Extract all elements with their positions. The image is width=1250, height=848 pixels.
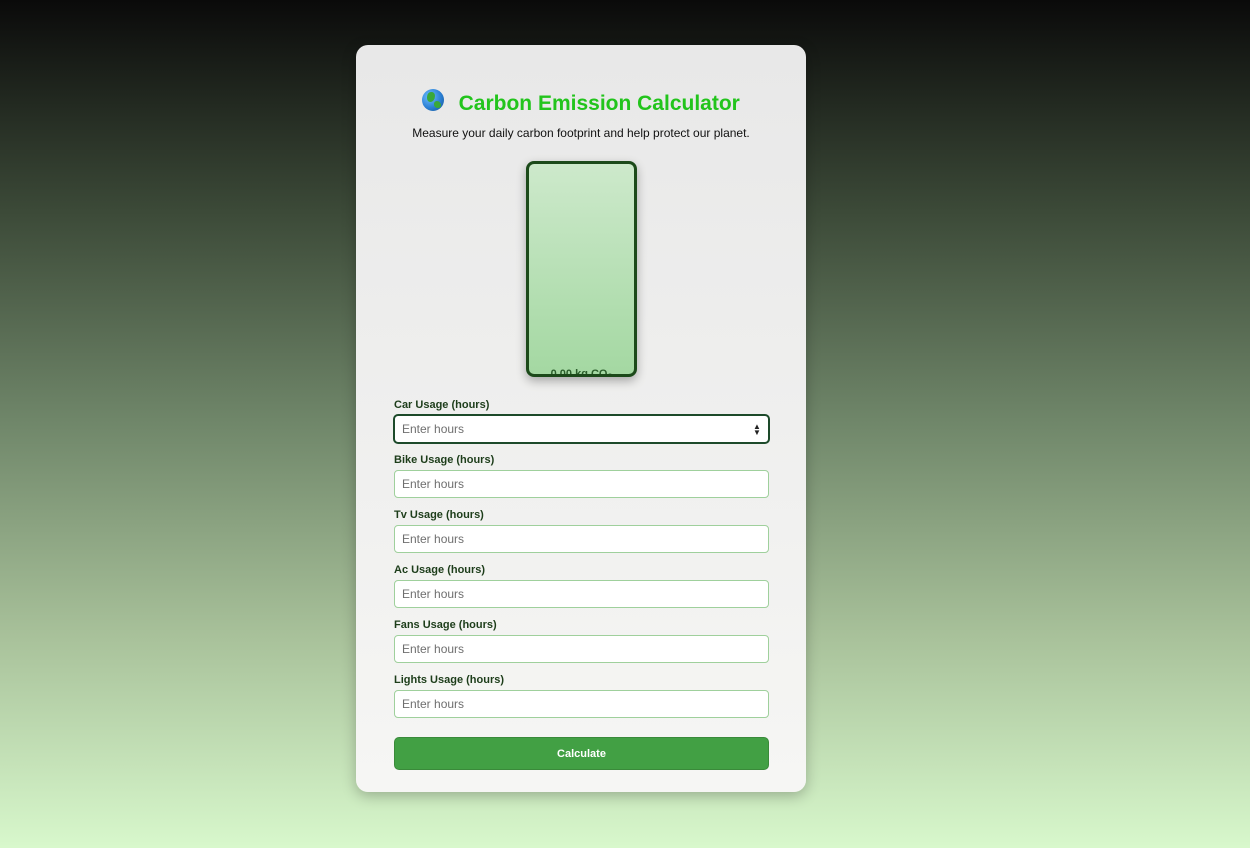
bike-usage-label: Bike Usage (hours) bbox=[394, 454, 495, 466]
title-row: Carbon Emission Calculator bbox=[356, 89, 806, 115]
car-usage-input[interactable] bbox=[394, 415, 769, 443]
fans-usage-input[interactable] bbox=[394, 635, 769, 663]
ac-usage-input[interactable] bbox=[394, 580, 769, 608]
tv-usage-input[interactable] bbox=[394, 525, 769, 553]
car-usage-spinner[interactable]: ▲ ▼ bbox=[752, 423, 762, 452]
lights-usage-label: Lights Usage (hours) bbox=[394, 674, 505, 686]
ac-usage-label: Ac Usage (hours) bbox=[394, 564, 486, 576]
globe-icon bbox=[422, 89, 445, 111]
calculator-card: Carbon Emission Calculator Measure your … bbox=[356, 45, 806, 792]
calculate-button[interactable]: Calculate bbox=[394, 737, 769, 770]
emission-meter: 0.00 kg CO₂ bbox=[526, 161, 637, 377]
car-usage-label: Car Usage (hours) bbox=[394, 399, 490, 411]
bike-usage-input[interactable] bbox=[394, 470, 769, 498]
spinner-down-icon[interactable]: ▼ bbox=[752, 429, 762, 437]
page-title: Carbon Emission Calculator bbox=[458, 91, 740, 115]
emission-meter-value: 0.00 kg CO₂ bbox=[550, 368, 613, 377]
tv-usage-label: Tv Usage (hours) bbox=[394, 509, 484, 521]
fans-usage-label: Fans Usage (hours) bbox=[394, 619, 497, 631]
lights-usage-input[interactable] bbox=[394, 690, 769, 718]
page-subtitle: Measure your daily carbon footprint and … bbox=[412, 126, 750, 140]
